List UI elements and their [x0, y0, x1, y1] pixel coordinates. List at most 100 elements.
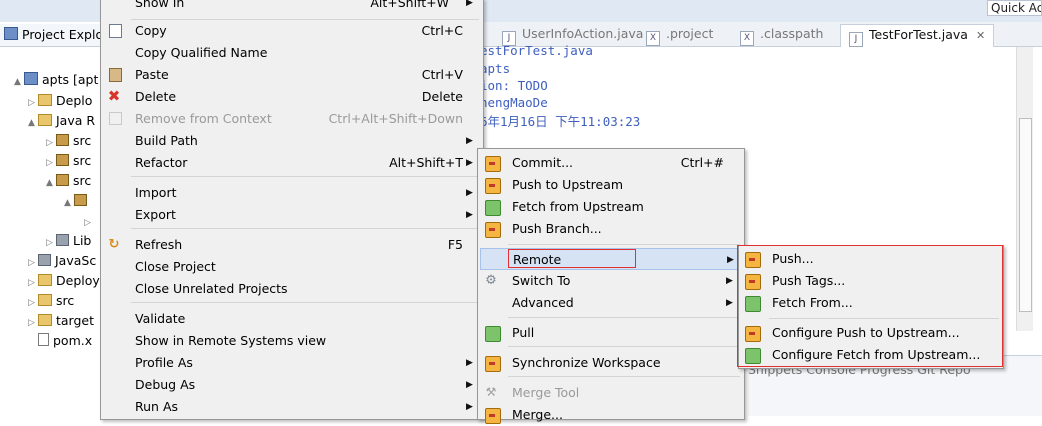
menu-item-commit[interactable]: Commit... Ctrl+# [478, 152, 744, 174]
folder-icon [38, 94, 52, 106]
menu-item-push-to-upstream[interactable]: Push to Upstream [478, 174, 744, 196]
menu-item-validate[interactable]: Validate [101, 308, 483, 330]
team-submenu: Commit... Ctrl+# Push to Upstream Fetch f… [477, 148, 745, 424]
menu-item-synchronize-workspace[interactable]: Synchronize Workspace [478, 352, 744, 374]
tree-item[interactable]: ▲ [64, 191, 91, 211]
package-icon [74, 194, 87, 206]
quick-access-field[interactable]: Quick Ac [987, 0, 1042, 16]
menu-item-remove-from-context[interactable]: Remove from Context Ctrl+Alt+Shift+Down [101, 108, 483, 130]
tree-item[interactable]: ▷ src [28, 291, 74, 311]
scrollbar-thumb[interactable] [1019, 118, 1032, 312]
merge-icon [485, 408, 501, 424]
tab-testfortest[interactable]: J TestForTest.java ✕ [840, 24, 995, 47]
tree-item-label: Deploy [56, 273, 100, 288]
remove-context-icon [109, 112, 122, 125]
menu-label: Debug As [135, 377, 196, 392]
menu-label: Delete [135, 89, 177, 104]
tree-item[interactable]: ▷ src [46, 131, 91, 151]
menu-item-close-project[interactable]: Close Project [101, 256, 483, 278]
folder-icon [38, 314, 52, 326]
menu-item-pull[interactable]: Pull [478, 322, 744, 344]
menu-item-copy[interactable]: Copy Ctrl+C [101, 20, 483, 42]
tree-item-label: JavaSc [55, 253, 97, 268]
tab-label: UserInfoAction.java [522, 26, 644, 41]
expand-icon[interactable]: ▷ [28, 273, 38, 293]
submenu-arrow-icon: ▶ [466, 158, 473, 168]
submenu-arrow-icon: ▶ [726, 276, 733, 286]
menu-item-delete[interactable]: ✖ Delete Delete [101, 86, 483, 108]
menu-label: Close Unrelated Projects [135, 281, 288, 296]
collapse-icon[interactable]: ▲ [28, 113, 38, 133]
collapse-icon[interactable]: ▲ [64, 193, 74, 213]
tab-userinfoaction[interactable]: J UserInfoAction.java [502, 24, 644, 46]
expand-icon[interactable]: ▷ [28, 293, 38, 313]
tree-item[interactable]: ▲ Java R [28, 111, 95, 131]
menu-shortcut: Delete [421, 89, 463, 104]
tree-item[interactable]: ▷ Lib [46, 231, 91, 251]
expand-icon[interactable]: ▷ [84, 213, 94, 233]
expand-icon[interactable]: ▷ [28, 313, 38, 333]
tree-item[interactable]: ▷ [84, 211, 94, 231]
menu-label: Validate [135, 311, 186, 326]
menu-label: Push to Upstream [512, 177, 624, 192]
menu-shortcut: Alt+Shift+W [370, 0, 449, 10]
menu-item-debug-as[interactable]: Debug As ▶ [101, 374, 483, 396]
tab-label: .classpath [760, 26, 824, 41]
tree-item[interactable]: ▲ apts [apt [14, 70, 98, 90]
menu-item-merge[interactable]: Merge... [478, 404, 744, 426]
menu-item-show-in-remote-systems[interactable]: Show in Remote Systems view [101, 330, 483, 352]
collapse-icon[interactable]: ▲ [14, 72, 24, 92]
tab-classpath-file[interactable]: X .classpath [740, 24, 824, 46]
menu-item-refresh[interactable]: ↻ Refresh F5 [101, 234, 483, 256]
menu-label: Commit... [512, 155, 574, 170]
tree-item[interactable]: ▷ Deplo [28, 91, 92, 111]
menu-item-switch-to[interactable]: ⚙ Switch To ▶ [478, 270, 744, 292]
tree-item-label: apts [apt [42, 72, 99, 87]
menu-item-import[interactable]: Import ▶ [101, 182, 483, 204]
expand-icon[interactable]: ▷ [46, 133, 56, 153]
menu-label: Merge Tool [512, 385, 580, 400]
tab-project-file[interactable]: X .project [646, 24, 714, 46]
menu-item-refactor[interactable]: Refactor Alt+Shift+T ▶ [101, 152, 483, 174]
menu-item-show-in[interactable]: Show In Alt+Shift+W ▶ [101, 0, 483, 14]
menu-item-advanced[interactable]: Advanced ▶ [478, 292, 744, 314]
expand-icon[interactable]: ▷ [28, 93, 38, 113]
library-icon [38, 254, 51, 266]
highlight-box [737, 245, 1003, 367]
folder-icon [38, 294, 52, 306]
code-line: apts [480, 61, 511, 76]
tree-item[interactable]: ▷ Deploy [28, 271, 100, 291]
menu-item-close-unrelated-projects[interactable]: Close Unrelated Projects [101, 278, 483, 300]
tree-item[interactable]: ▷ src [46, 151, 91, 171]
delete-icon: ✖ [107, 87, 121, 105]
menu-item-merge-tool[interactable]: ⚒ Merge Tool [478, 382, 744, 404]
menu-item-push-branch[interactable]: Push Branch... [478, 218, 744, 240]
close-icon[interactable]: ✕ [976, 29, 985, 42]
tree-item[interactable]: ▷ target [28, 311, 94, 331]
tree-item-label: src [73, 133, 92, 148]
expand-icon[interactable]: ▷ [46, 233, 56, 253]
menu-item-fetch-from-upstream[interactable]: Fetch from Upstream [478, 196, 744, 218]
menu-separator [508, 346, 740, 347]
tree-item[interactable]: ▲ src [46, 171, 91, 191]
menu-shortcut: Ctrl+C [421, 23, 463, 38]
menu-shortcut: Ctrl+V [421, 67, 463, 82]
menu-item-paste[interactable]: Paste Ctrl+V [101, 64, 483, 86]
menu-item-export[interactable]: Export ▶ [101, 204, 483, 226]
commit-icon [485, 156, 501, 172]
submenu-arrow-icon: ▶ [466, 210, 473, 220]
expand-icon[interactable]: ▷ [46, 153, 56, 173]
project-explorer-tab[interactable]: Project Explo [0, 24, 100, 47]
expand-icon[interactable]: ▷ [28, 253, 38, 273]
menu-shortcut: Ctrl+# [680, 155, 724, 170]
menu-item-copy-qualified-name[interactable]: Copy Qualified Name [101, 42, 483, 64]
menu-separator [131, 302, 479, 303]
menu-item-profile-as[interactable]: Profile As ▶ [101, 352, 483, 374]
tree-item[interactable]: ▷ JavaSc [28, 251, 96, 271]
menu-separator [131, 228, 479, 229]
tab-label: .project [666, 26, 714, 41]
menu-item-build-path[interactable]: Build Path ▶ [101, 130, 483, 152]
menu-separator [131, 176, 479, 177]
tree-item[interactable]: pom.x [28, 331, 92, 351]
collapse-icon[interactable]: ▲ [46, 173, 56, 193]
